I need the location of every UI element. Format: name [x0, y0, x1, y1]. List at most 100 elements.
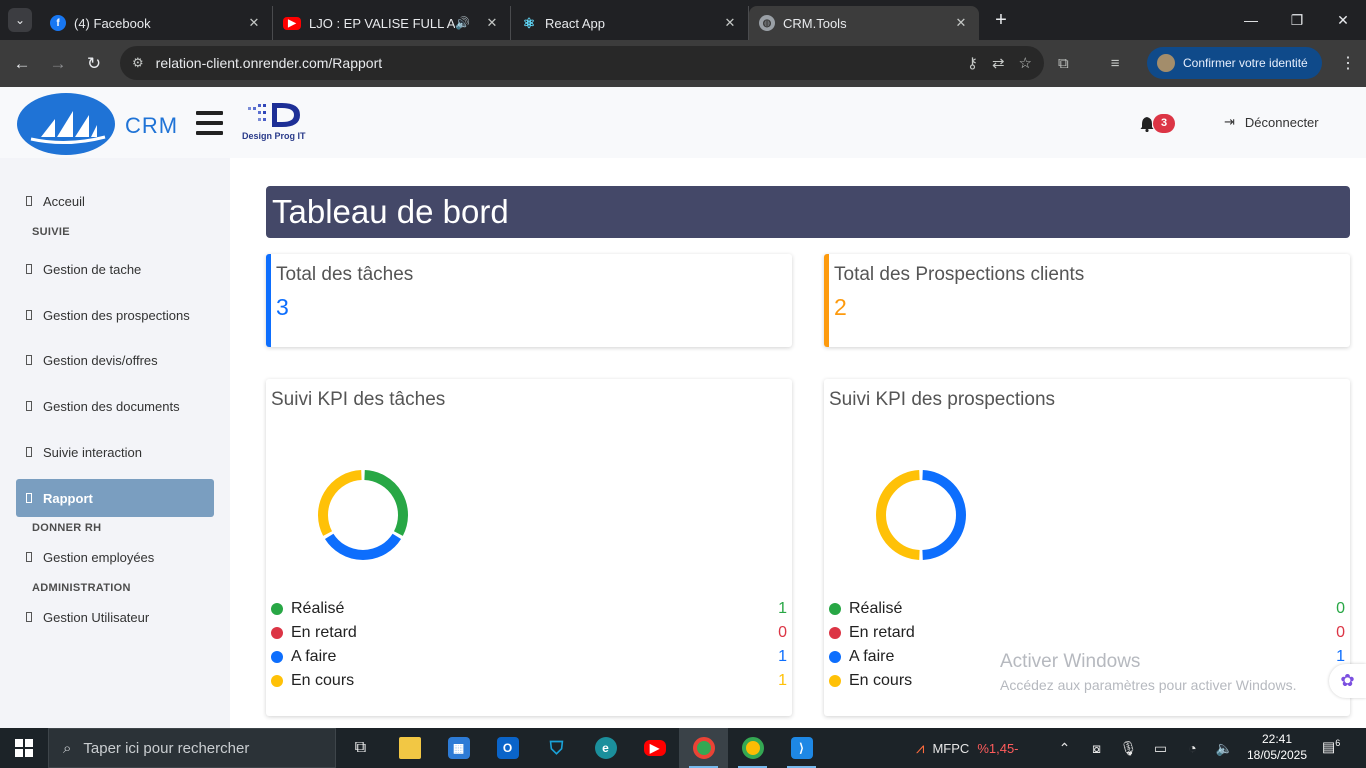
close-tab-icon[interactable]: ✕	[246, 15, 262, 31]
edge-icon[interactable]: e	[581, 728, 630, 768]
app-header: CRM Design Prog IT 3 ⇥ Déconnecter	[0, 87, 1366, 158]
task-view-icon[interactable]: ⧉	[336, 728, 385, 768]
sidebar-item-gestion-utilisateur[interactable]: Gestion Utilisateur	[16, 598, 214, 636]
sidebar-item-label: Acceuil	[43, 193, 85, 209]
sidebar-item-suivie-interaction[interactable]: Suivie interaction	[16, 433, 214, 471]
sidebar-item-gestion-employees[interactable]: Gestion employées	[16, 538, 214, 576]
vscode-icon[interactable]: ⟩	[777, 728, 826, 768]
defender-icon[interactable]: ⛉	[532, 728, 581, 768]
nav-item-icon	[26, 493, 32, 503]
microphone-icon[interactable]: 🎙	[1113, 740, 1145, 757]
extensions-icon[interactable]: ⧉	[1058, 55, 1069, 72]
url-host: relation-client.onrender.com	[155, 55, 329, 71]
wifi-icon[interactable]: ◔	[1177, 740, 1209, 756]
sidebar-item-label: Gestion de tache	[43, 261, 142, 277]
legend-value: 1	[778, 600, 787, 617]
donut-slice-réalisé	[364, 470, 408, 536]
legend-label: En retard	[291, 624, 357, 641]
media-queue-icon[interactable]: ≡	[1111, 55, 1120, 72]
stat-card-prospections: Total des Prospections clients 2	[824, 254, 1350, 347]
sidebar-item-gestion-devis[interactable]: Gestion devis/offres	[16, 341, 214, 379]
site-info-icon[interactable]: ⚙	[132, 55, 144, 71]
chevron-up-icon[interactable]: ⌃	[1049, 740, 1081, 757]
legend-item: Réalisé 1	[271, 597, 787, 621]
chrome-icon[interactable]	[679, 728, 728, 768]
url-text[interactable]: relation-client.onrender.com/Rapport	[156, 55, 382, 71]
notifications-icon[interactable]: ▤6	[1322, 738, 1340, 756]
legend-value: 0	[1336, 624, 1345, 641]
store-icon[interactable]: ▦	[434, 728, 483, 768]
sidebar-item-gestion-prospections[interactable]: Gestion des prospections	[16, 296, 214, 334]
taskbar-search[interactable]: ⌕ Taper ici pour rechercher	[48, 728, 336, 768]
legend-dot	[271, 627, 283, 639]
sidebar-section-header: DONNER RH	[32, 522, 102, 534]
sidebar-item-rapport[interactable]: Rapport	[16, 479, 214, 517]
sidebar-item-gestion-documents[interactable]: Gestion des documents	[16, 387, 214, 425]
donut-chart-tasks	[318, 470, 408, 560]
sidebar-item-gestion-tache[interactable]: Gestion de tache	[16, 250, 214, 288]
stock-widget[interactable]: ⩘ MFPC %1,45-	[916, 740, 1019, 757]
windows-start-icon[interactable]	[0, 728, 48, 768]
back-icon[interactable]: ←	[4, 54, 40, 74]
key-icon[interactable]: ⚷	[967, 54, 978, 72]
crm-logo-icon[interactable]	[17, 93, 115, 155]
battery-icon[interactable]: ▭	[1145, 740, 1177, 757]
new-tab-button[interactable]: +	[985, 9, 1017, 32]
tab-crm-tools[interactable]: ◍ CRM.Tools ✕	[749, 6, 979, 40]
kpi-card-tasks: Suivi KPI des tâches Réalisé 1 En retard 0 A…	[266, 379, 792, 716]
legend-dot	[829, 651, 841, 663]
tab-facebook[interactable]: f (4) Facebook ✕	[40, 6, 273, 40]
file-explorer-icon[interactable]	[385, 728, 434, 768]
legend-label: Réalisé	[849, 600, 903, 617]
address-bar[interactable]: ⚙ relation-client.onrender.com/Rapport ⚷…	[120, 46, 1044, 80]
facebook-icon: f	[50, 15, 66, 31]
volume-icon[interactable]: 🔈	[1209, 740, 1241, 757]
notification-count: 6	[1335, 738, 1341, 748]
legend-dot	[829, 627, 841, 639]
legend-item: En retard 0	[271, 621, 787, 645]
forward-icon[interactable]: →	[40, 54, 76, 74]
notification-badge[interactable]: 3	[1153, 114, 1175, 133]
tab-search-button[interactable]: ⌄	[0, 0, 40, 40]
dp-logo-icon	[248, 103, 300, 127]
chrome-profile-icon[interactable]	[728, 728, 777, 768]
legend-label: Réalisé	[291, 600, 345, 617]
sign-out-icon: ⇥	[1224, 114, 1235, 129]
system-tray: ⩘ MFPC %1,45- ⌃ ⧇ 🎙 ▭ ◔ 🔈	[916, 728, 1241, 768]
youtube-music-icon[interactable]: ▶	[630, 728, 679, 768]
minimize-icon[interactable]: —	[1228, 0, 1274, 40]
menu-toggle-icon[interactable]	[196, 111, 223, 135]
star-icon[interactable]: ☆	[1019, 54, 1032, 72]
close-tab-icon[interactable]: ✕	[484, 15, 500, 31]
logo-text: CRM	[125, 113, 179, 138]
more-icon[interactable]: ⋮	[1340, 53, 1356, 73]
tab-react-app[interactable]: ⚛ React App ✕	[511, 6, 749, 40]
browser-toolbar: ← → ↻ ⚙ relation-client.onrender.com/Rap…	[0, 40, 1366, 87]
close-tab-icon[interactable]: ✕	[722, 15, 738, 31]
legend-value: 0	[1336, 600, 1345, 617]
stat-value: 2	[834, 294, 847, 320]
translate-icon[interactable]: ⇄	[992, 54, 1005, 72]
restore-icon[interactable]: ❐	[1274, 0, 1320, 40]
legend-value: 1	[778, 672, 787, 689]
close-window-icon[interactable]: ✕	[1320, 0, 1366, 40]
tab-youtube[interactable]: ▶ LJO : EP VALISE FULL ALBUM 🔊 ✕	[273, 6, 511, 40]
reload-icon[interactable]: ↻	[76, 54, 112, 74]
legend-dot	[829, 675, 841, 687]
camera-icon[interactable]: ⧇	[1081, 740, 1113, 757]
speaker-icon[interactable]: 🔊	[455, 16, 470, 30]
sidebar-section-header: ADMINISTRATION	[32, 582, 131, 594]
outlook-icon[interactable]: O	[483, 728, 532, 768]
kpi-card-title: Suivi KPI des tâches	[271, 389, 446, 410]
sidebar-item-acceuil[interactable]: Acceuil	[16, 182, 214, 220]
confirm-identity-button[interactable]: Confirmer votre identité	[1147, 47, 1322, 79]
clock[interactable]: 22:41 18/05/2025	[1242, 731, 1312, 763]
windows-taskbar: ⌕ Taper ici pour rechercher ⧉ ▦ O ⛉ e ▶ …	[0, 728, 1366, 768]
window-controls: — ❐ ✕	[1228, 0, 1366, 40]
stat-label: Total des Prospections clients	[834, 264, 1085, 285]
donut-slice-en-cours	[318, 470, 362, 536]
close-tab-icon[interactable]: ✕	[953, 15, 969, 31]
assistant-icon[interactable]: ✿	[1329, 664, 1366, 698]
logout-button[interactable]: ⇥ Déconnecter	[1224, 114, 1319, 130]
sidebar-item-label: Gestion employées	[43, 549, 155, 565]
